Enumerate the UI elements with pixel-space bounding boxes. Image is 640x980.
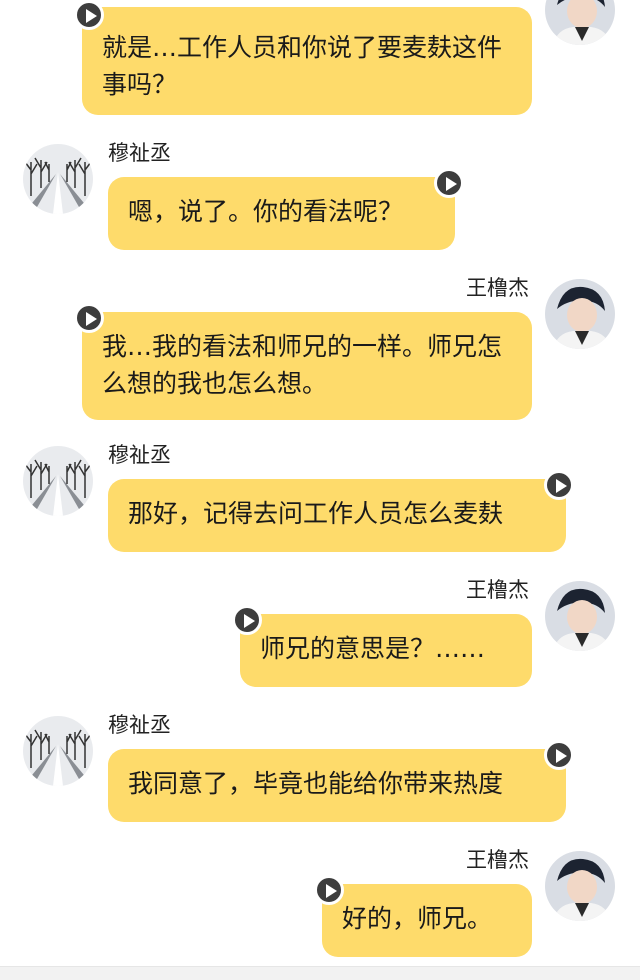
voice-play-button[interactable] [74,303,104,333]
avatar[interactable] [23,446,93,516]
sender-name: 王橹杰 [466,578,529,602]
message-bubble[interactable]: 我…我的看法和师兄的一样。师兄怎么想的我也怎么想。 [82,312,532,420]
sender-name: 王橹杰 [466,848,529,872]
sender-name: 穆祉丞 [108,141,171,165]
play-icon [86,9,97,23]
voice-play-button[interactable] [314,875,344,905]
person-avatar-icon [545,581,615,651]
voice-play-button[interactable] [544,470,574,500]
message-bubble[interactable]: 嗯，说了。你的看法呢？ [108,177,455,250]
message-bubble[interactable]: 我同意了，毕竟也能给你带来热度 [108,749,566,822]
avatar[interactable] [545,581,615,651]
message-bubble[interactable]: 那好，记得去问工作人员怎么麦麸 [108,479,566,552]
snowy-road-avatar-icon [23,144,93,214]
play-icon [556,479,567,493]
snowy-road-avatar-icon [23,446,93,516]
avatar[interactable] [545,851,615,921]
play-icon [556,749,567,763]
message-text: 好的，师兄。 [342,904,493,933]
snowy-road-avatar-icon [23,716,93,786]
avatar[interactable] [545,0,615,45]
avatar[interactable] [545,279,615,349]
message-text: 我同意了，毕竟也能给你带来热度 [128,769,504,798]
message-bubble[interactable]: 就是…工作人员和你说了要麦麸这件事吗？ [82,7,532,115]
message-text: 师兄的意思是？…… [260,634,486,663]
message-text: 就是…工作人员和你说了要麦麸这件事吗？ [102,33,503,99]
voice-play-button[interactable] [74,0,104,30]
person-avatar-icon [545,0,615,45]
avatar[interactable] [23,144,93,214]
message-text: 嗯，说了。你的看法呢？ [128,197,404,226]
sender-name: 王橹杰 [466,276,529,300]
person-avatar-icon [545,851,615,921]
message-text: 那好，记得去问工作人员怎么麦麸 [128,499,504,528]
avatar[interactable] [23,716,93,786]
sender-name: 穆祉丞 [108,713,171,737]
play-icon [446,177,457,191]
input-bar-edge [0,966,640,980]
play-icon [244,614,255,628]
voice-play-button[interactable] [544,740,574,770]
message-bubble[interactable]: 好的，师兄。 [322,884,532,957]
sender-name: 穆祉丞 [108,443,171,467]
voice-play-button[interactable] [232,605,262,635]
voice-play-button[interactable] [434,168,464,198]
play-icon [86,312,97,326]
message-bubble[interactable]: 师兄的意思是？…… [240,614,532,687]
play-icon [326,884,337,898]
person-avatar-icon [545,279,615,349]
message-text: 我…我的看法和师兄的一样。师兄怎么想的我也怎么想。 [102,332,503,398]
